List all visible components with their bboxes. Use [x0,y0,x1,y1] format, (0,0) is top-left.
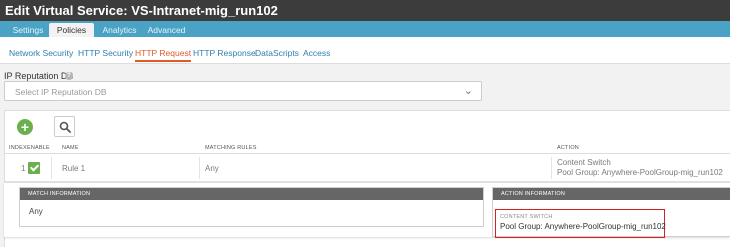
subtab-access[interactable]: Access [303,48,330,58]
help-icon[interactable]: ? [65,72,73,80]
subtab-http-response[interactable]: HTTP Response [193,48,256,58]
subtab-datascripts[interactable]: DataScripts [255,48,299,58]
column-header-name[interactable]: NAME [62,145,79,151]
search-icon [59,121,71,133]
column-header-index: INDEX [9,145,27,151]
match-information-header: MATCH INFORMATION [20,188,483,200]
match-information-box: MATCH INFORMATION Any [19,187,484,227]
column-header-enable: ENABLE [27,145,50,151]
rule-enable-checkbox[interactable] [28,162,40,174]
subtab-http-security[interactable]: HTTP Security [78,48,133,58]
subtab-http-request[interactable]: HTTP Request [135,48,192,62]
match-information-value: Any [29,207,43,216]
window-title: Edit Virtual Service: VS-Intranet-mig_ru… [0,0,730,21]
policy-subtabs: Network Security HTTP Security HTTP Requ… [0,37,730,64]
ip-reputation-label: IP Reputation DB [4,71,74,81]
content-switch-value: Pool Group: Anywhere-PoolGroup-mig_run10… [500,222,666,231]
column-header-matching-rules[interactable]: MATCHING RULES [205,145,257,151]
search-button[interactable] [54,116,75,137]
rule-detail-panel: MATCH INFORMATION Any ACTION INFORMATION… [4,182,730,238]
ip-reputation-select[interactable]: Select IP Reputation DB ⌄ [4,81,482,101]
action-information-box: ACTION INFORMATION CONTENT SWITCH Pool G… [492,187,730,238]
tab-policies[interactable]: Policies [49,23,94,37]
ip-reputation-placeholder: Select IP Reputation DB [15,87,107,97]
rule-matching-rules: Any [205,164,219,173]
chevron-down-icon: ⌄ [463,85,473,97]
rule-name: Rule 1 [62,164,86,173]
content-switch-label: CONTENT SWITCH [500,214,553,220]
column-divider [199,157,200,179]
tab-advanced[interactable]: Advanced [144,23,189,37]
table-row[interactable]: 1 Rule 1 Any Content Switch Pool Group: … [5,154,730,182]
content-switch-highlight: CONTENT SWITCH Pool Group: Anywhere-Pool… [495,209,666,238]
column-divider [51,157,52,179]
rule-index: 1 [21,164,26,173]
tab-settings[interactable]: Settings [8,23,48,37]
add-rule-button[interactable]: + [17,119,33,135]
tab-analytics[interactable]: Analytics [97,23,142,37]
action-information-header: ACTION INFORMATION [493,188,730,200]
main-tab-bar: Settings Policies Analytics Advanced [0,21,730,37]
column-header-action[interactable]: ACTION [557,145,579,151]
rule-action-pool-group: Pool Group: Anywhere-PoolGroup-mig_run10… [557,168,723,177]
column-divider [551,157,552,179]
subtab-network-security[interactable]: Network Security [9,48,73,58]
rule-action-type: Content Switch [557,158,611,167]
